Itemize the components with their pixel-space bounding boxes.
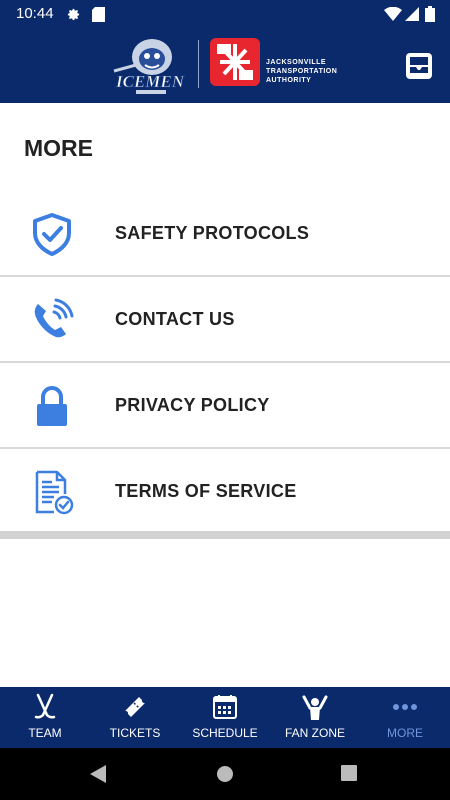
system-nav-bar [0, 748, 450, 800]
shield-check-icon [33, 213, 71, 256]
page-title: MORE [24, 135, 93, 161]
tab-label: FAN ZONE [284, 726, 345, 740]
menu-item-terms-of-service[interactable]: TERMS OF SERVICE [0, 449, 450, 535]
hockey-sticks-icon [34, 693, 56, 719]
signal-icon [405, 7, 419, 21]
bottom-tab-bar: TEAM TICKETS SCHEDULE FAN ZONE MORE [0, 687, 450, 748]
menu-item-safety-protocols[interactable]: SAFETY PROTOCOLS [0, 191, 450, 277]
status-time: 10:44 [16, 5, 54, 22]
menu-item-label: SAFETY PROTOCOLS [115, 223, 310, 243]
tab-team[interactable]: TEAM [0, 687, 90, 748]
menu-item-privacy-policy[interactable]: PRIVACY POLICY [0, 363, 450, 449]
recents-icon[interactable] [341, 765, 357, 781]
jta-logo [210, 38, 260, 86]
more-menu: SAFETY PROTOCOLS CONTACT US PRIVACY POLI… [0, 191, 450, 535]
tab-label: MORE [387, 726, 423, 740]
svg-text:ICEMEN: ICEMEN [115, 72, 185, 91]
tab-schedule[interactable]: SCHEDULE [180, 687, 270, 748]
phone-icon [34, 298, 74, 338]
tab-label: TEAM [28, 726, 62, 740]
lock-icon [37, 386, 67, 426]
header-divider [198, 40, 199, 88]
tab-tickets[interactable]: TICKETS [90, 687, 180, 748]
more-dots-icon [393, 704, 417, 710]
home-icon[interactable] [216, 765, 234, 783]
battery-icon [425, 6, 435, 22]
inbox-icon[interactable] [404, 51, 434, 81]
app-header: ICEMEN JACKSONVILLE TRANSPORTATION AUTHO… [0, 28, 450, 103]
tab-fan-zone[interactable]: FAN ZONE [270, 687, 360, 748]
settings-icon [67, 8, 80, 21]
menu-divider [0, 531, 450, 539]
sd-card-icon [92, 7, 105, 22]
tab-label: TICKETS [109, 726, 161, 740]
menu-item-label: PRIVACY POLICY [115, 395, 270, 415]
wifi-icon [384, 7, 402, 21]
back-icon[interactable] [90, 765, 106, 783]
document-check-icon [35, 470, 74, 515]
menu-item-contact-us[interactable]: CONTACT US [0, 277, 450, 363]
icemen-logo: ICEMEN [113, 39, 185, 94]
ticket-icon [125, 697, 145, 717]
menu-item-label: TERMS OF SERVICE [115, 481, 297, 501]
tab-label: SCHEDULE [192, 726, 258, 740]
jta-name: JACKSONVILLE TRANSPORTATION AUTHORITY [266, 59, 338, 84]
calendar-icon [213, 695, 237, 719]
menu-item-label: CONTACT US [115, 309, 235, 329]
status-bar: 10:44 [0, 0, 450, 28]
fan-icon [302, 695, 328, 720]
tab-more[interactable]: MORE [360, 687, 450, 748]
